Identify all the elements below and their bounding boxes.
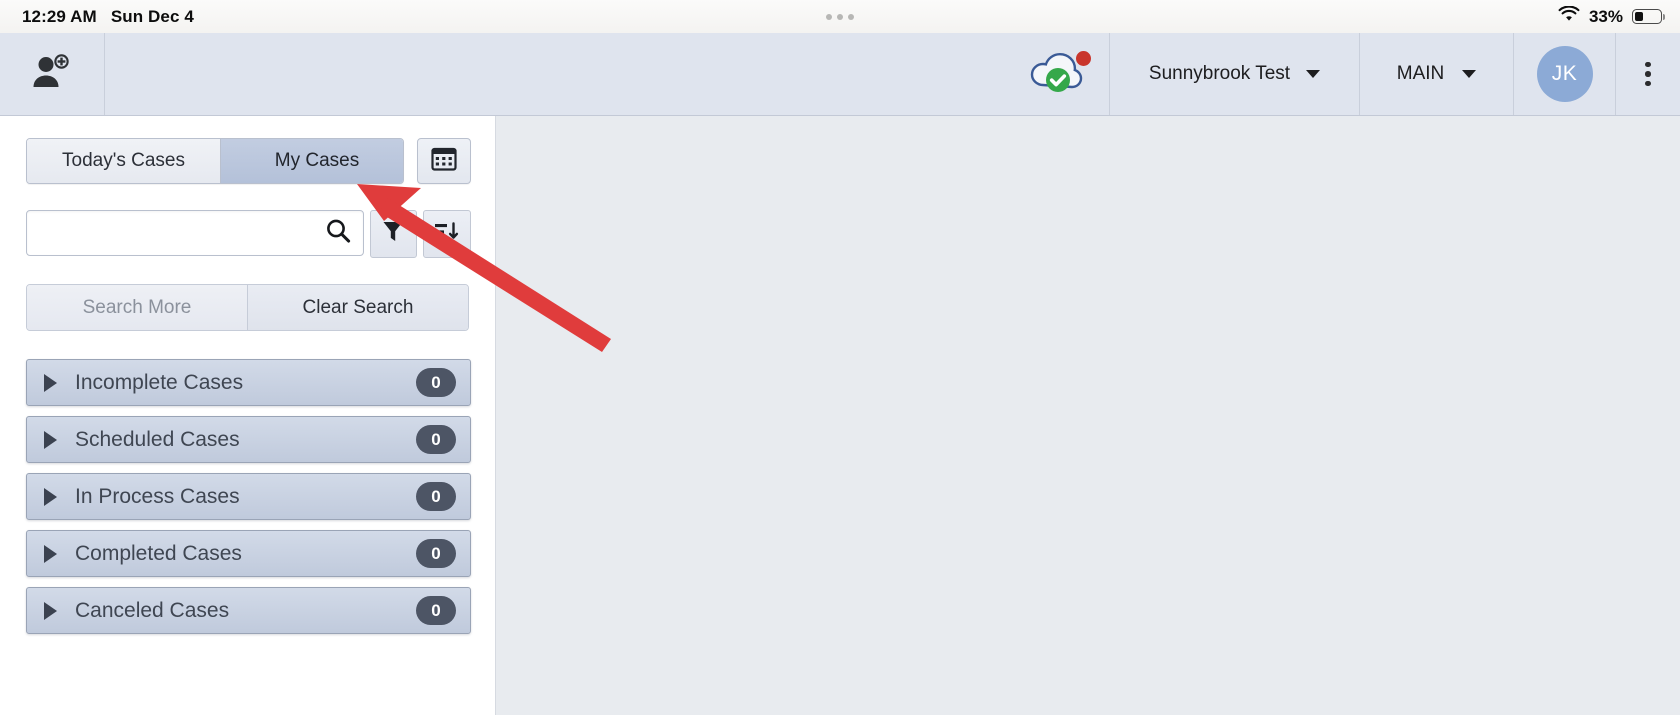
location-selector[interactable]: MAIN <box>1360 33 1514 115</box>
dot-3 <box>848 13 854 20</box>
cases-tab-group: Today's Cases My Cases <box>26 138 405 184</box>
avatar: JK <box>1536 46 1593 102</box>
cases-tabs-row: Today's Cases My Cases <box>26 138 471 184</box>
case-group-count-badge: 0 <box>416 596 456 625</box>
battery-percent: 33% <box>1588 6 1623 26</box>
case-group-count-badge: 0 <box>416 482 456 511</box>
case-group-canceled-cases[interactable]: Canceled Cases 0 <box>26 587 471 634</box>
cloud-sync-status-button[interactable] <box>1005 33 1110 115</box>
search-field-wrapper <box>26 210 364 256</box>
filter-button[interactable] <box>369 210 418 258</box>
dot-2 <box>837 13 843 20</box>
case-group-label: Incomplete Cases <box>75 370 244 394</box>
workspace: Today's Cases My Cases Search More Clear… <box>0 116 1680 715</box>
calendar-button[interactable] <box>417 138 471 184</box>
add-person-icon <box>31 53 73 95</box>
case-group-count-badge: 0 <box>416 539 456 568</box>
search-input[interactable] <box>27 211 363 255</box>
status-bar-left: 12:29 AM Sun Dec 4 <box>22 7 194 27</box>
tab-todays-cases[interactable]: Today's Cases <box>27 139 220 183</box>
tab-my-cases[interactable]: My Cases <box>220 139 404 183</box>
cases-sidebar: Today's Cases My Cases Search More Clear… <box>0 116 496 715</box>
overflow-menu-button[interactable] <box>1616 33 1680 115</box>
case-groups-list: Incomplete Cases 0 Scheduled Cases 0 In … <box>26 359 471 634</box>
header-spacer <box>105 33 1005 115</box>
case-group-label: In Process Cases <box>75 484 240 508</box>
organization-name: Sunnybrook Test <box>1148 63 1291 84</box>
case-group-scheduled-cases[interactable]: Scheduled Cases 0 <box>26 416 471 463</box>
add-person-button[interactable] <box>0 33 105 115</box>
search-row <box>26 210 471 258</box>
status-date: Sun Dec 4 <box>110 6 194 26</box>
case-group-incomplete-cases[interactable]: Incomplete Cases 0 <box>26 359 471 406</box>
app-header: Sunnybrook Test MAIN JK <box>0 33 1680 116</box>
battery-icon <box>1632 9 1665 24</box>
main-content-area <box>496 116 1680 715</box>
chevron-right-icon <box>44 373 57 392</box>
location-name: MAIN <box>1396 63 1445 84</box>
dot-1 <box>826 13 832 20</box>
kebab-dot-3 <box>1645 80 1651 87</box>
filter-funnel-icon <box>382 220 404 249</box>
case-group-label: Completed Cases <box>75 541 242 565</box>
wifi-icon <box>1558 5 1580 27</box>
chevron-right-icon <box>44 544 57 563</box>
case-group-count-badge: 0 <box>416 368 456 397</box>
sort-button[interactable] <box>423 210 471 258</box>
calendar-icon <box>431 146 457 176</box>
chevron-right-icon <box>44 601 57 620</box>
ios-status-bar: 12:29 AM Sun Dec 4 33% <box>0 0 1680 33</box>
chevron-down-icon <box>1462 70 1477 78</box>
battery-fill <box>1634 11 1643 22</box>
chevron-right-icon <box>44 430 57 449</box>
case-group-completed-cases[interactable]: Completed Cases 0 <box>26 530 471 577</box>
search-actions-group: Search More Clear Search <box>26 284 469 331</box>
sort-icon <box>435 221 459 248</box>
status-bar-right: 33% <box>1558 5 1665 27</box>
multitask-dots-icon[interactable] <box>826 13 854 20</box>
search-more-button[interactable]: Search More <box>27 285 247 330</box>
case-group-label: Canceled Cases <box>75 598 230 622</box>
notification-dot <box>1076 51 1091 66</box>
kebab-dot-2 <box>1645 71 1651 77</box>
user-avatar-button[interactable]: JK <box>1514 33 1616 115</box>
status-time: 12:29 AM <box>22 6 97 26</box>
organization-selector[interactable]: Sunnybrook Test <box>1110 33 1360 115</box>
case-group-label: Scheduled Cases <box>75 427 240 451</box>
kebab-dot-1 <box>1645 61 1651 68</box>
chevron-down-icon <box>1306 70 1321 78</box>
more-vertical-icon <box>1645 61 1651 87</box>
case-group-count-badge: 0 <box>416 425 456 454</box>
case-group-in-process-cases[interactable]: In Process Cases 0 <box>26 473 471 520</box>
chevron-right-icon <box>44 487 57 506</box>
clear-search-button[interactable]: Clear Search <box>247 285 468 330</box>
